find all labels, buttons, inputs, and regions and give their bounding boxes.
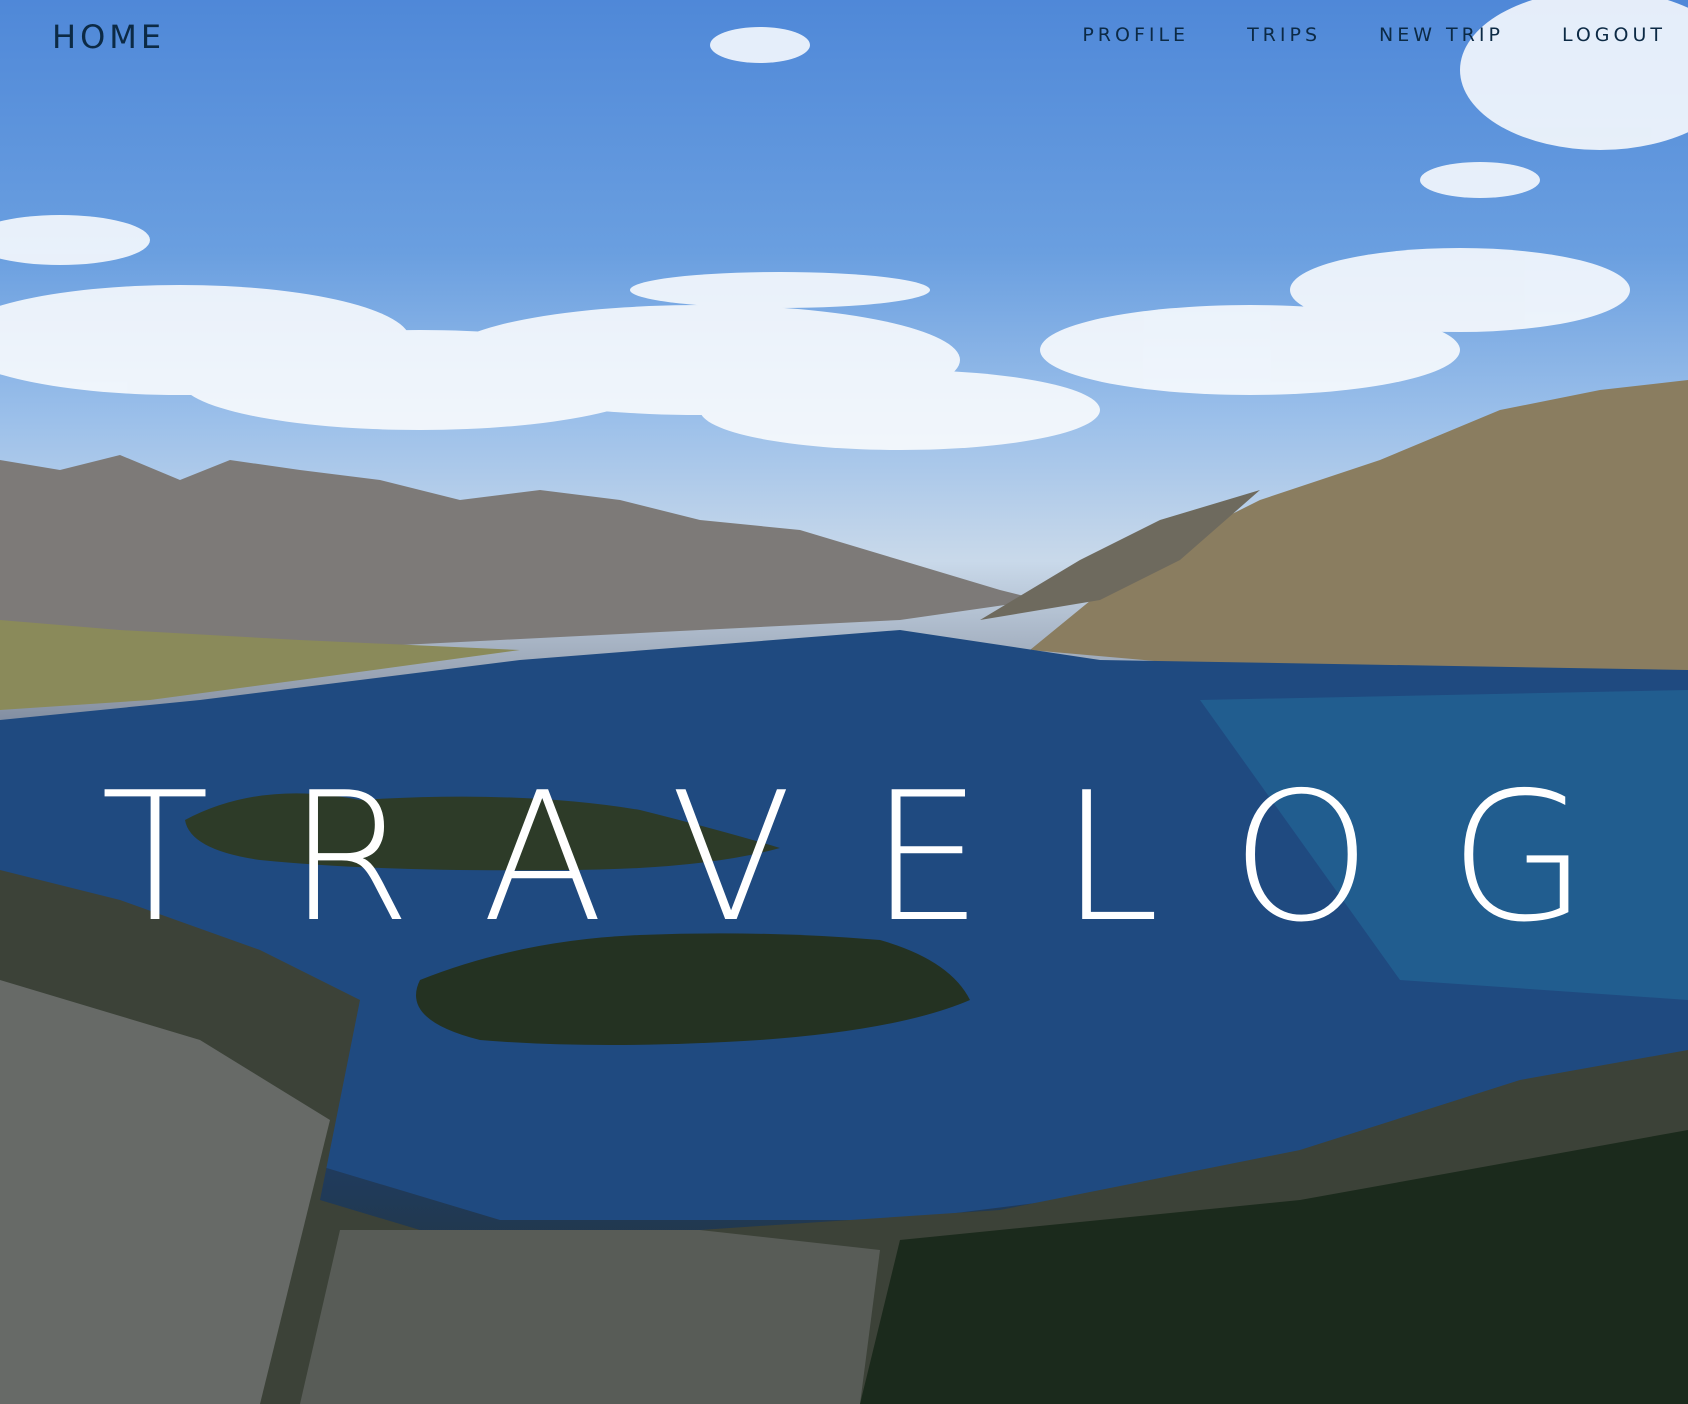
home-link[interactable]: HOME bbox=[52, 18, 165, 56]
nav-links: PROFILE TRIPS NEW TRIP LOGOUT bbox=[1024, 24, 1666, 46]
hero-section: HOME PROFILE TRIPS NEW TRIP LOGOUT TRAVE… bbox=[0, 0, 1688, 1404]
logout-link[interactable]: LOGOUT bbox=[1562, 24, 1666, 46]
new-trip-link[interactable]: NEW TRIP bbox=[1379, 24, 1504, 46]
profile-link[interactable]: PROFILE bbox=[1082, 24, 1189, 46]
trips-link[interactable]: TRIPS bbox=[1247, 24, 1321, 46]
top-navigation: HOME PROFILE TRIPS NEW TRIP LOGOUT bbox=[0, 0, 1688, 72]
background-photo bbox=[0, 0, 1688, 1404]
site-title: TRAVELOG bbox=[100, 754, 1666, 962]
